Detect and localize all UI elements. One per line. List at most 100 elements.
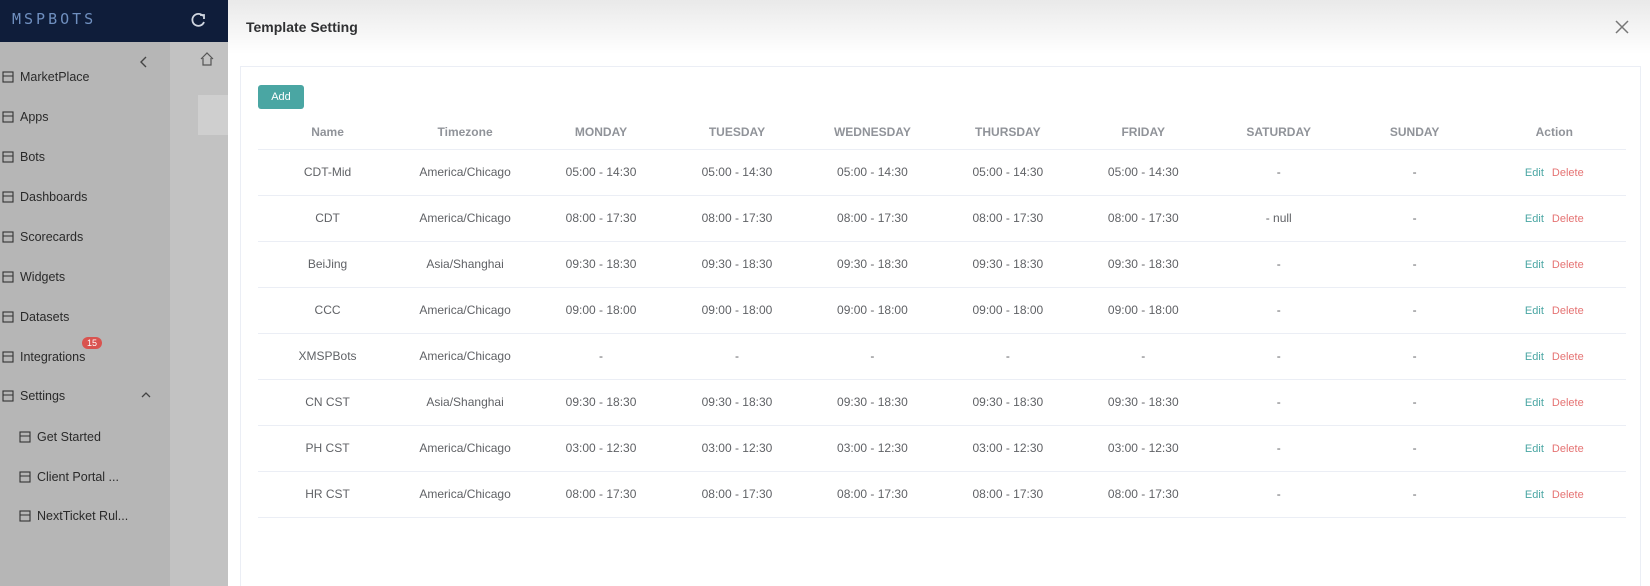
edit-link[interactable]: Edit bbox=[1525, 443, 1544, 455]
delete-link[interactable]: Delete bbox=[1552, 305, 1584, 317]
table-cell: CCC bbox=[258, 287, 398, 334]
sidebar-item[interactable]: Get Started bbox=[0, 425, 170, 449]
table-cell: 09:30 - 18:30 bbox=[669, 379, 805, 426]
sidebar-item[interactable]: MarketPlace bbox=[0, 65, 170, 89]
sidebar-item[interactable]: Bots bbox=[0, 145, 170, 169]
table-cell: Asia/Shanghai bbox=[397, 379, 534, 426]
delete-link[interactable]: Delete bbox=[1552, 397, 1584, 409]
table-cell: - bbox=[669, 333, 805, 380]
table-cell: 03:00 - 12:30 bbox=[1075, 425, 1211, 472]
action-cell: Edit Delete bbox=[1482, 195, 1626, 242]
delete-link[interactable]: Delete bbox=[1552, 351, 1584, 363]
background-card bbox=[198, 95, 228, 135]
edit-link[interactable]: Edit bbox=[1525, 489, 1544, 501]
sidebar-item[interactable]: Scorecards bbox=[0, 225, 170, 249]
table-cell: - bbox=[1210, 149, 1347, 196]
sidebar-item-label: Settings bbox=[20, 389, 66, 403]
sidebar-item[interactable]: Widgets bbox=[0, 265, 170, 289]
edit-link[interactable]: Edit bbox=[1525, 213, 1544, 225]
table-cell: 08:00 - 17:30 bbox=[669, 195, 805, 242]
chevron-up-icon[interactable] bbox=[140, 389, 152, 401]
column-header: SATURDAY bbox=[1210, 115, 1347, 150]
table-cell: America/Chicago bbox=[397, 149, 534, 196]
action-cell: Edit Delete bbox=[1482, 425, 1626, 472]
edit-link[interactable]: Edit bbox=[1525, 397, 1544, 409]
delete-link[interactable]: Delete bbox=[1552, 213, 1584, 225]
table-cell: XMSPBots bbox=[258, 333, 398, 380]
sidebar-item[interactable]: Dashboards bbox=[0, 185, 170, 209]
column-header: WEDNESDAY bbox=[804, 115, 940, 150]
action-cell: Edit Delete bbox=[1482, 471, 1626, 518]
table-cell: 03:00 - 12:30 bbox=[533, 425, 669, 472]
table-cell: - bbox=[1346, 425, 1483, 472]
sidebar-item[interactable]: Integrations 15 bbox=[0, 337, 170, 369]
table-cell: - bbox=[1075, 333, 1211, 380]
table-cell: - bbox=[1346, 195, 1483, 242]
table-cell: - bbox=[1346, 471, 1483, 518]
action-cell: Edit Delete bbox=[1482, 149, 1626, 196]
refresh-icon[interactable] bbox=[188, 10, 208, 30]
table-row: XMSPBots America/Chicago - - - - - - - Edit Delete bbox=[258, 333, 1626, 380]
table-cell: CN CST bbox=[258, 379, 398, 426]
sidebar-item-label: Bots bbox=[20, 150, 46, 164]
template-panel: Add Name Timezone MONDAY TUESDAY WEDNESDAY TH… bbox=[240, 66, 1641, 586]
table-cell: - bbox=[1210, 287, 1347, 334]
table-cell: - bbox=[1346, 149, 1483, 196]
table-cell: 09:30 - 18:30 bbox=[669, 241, 805, 288]
delete-link[interactable]: Delete bbox=[1552, 489, 1584, 501]
gear-icon bbox=[2, 390, 14, 402]
sidebar-item-label: Apps bbox=[20, 110, 49, 124]
table-header-row: Name Timezone MONDAY TUESDAY WEDNESDAY THURSD… bbox=[258, 115, 1626, 150]
sidebar-item-label: Integrations bbox=[20, 350, 86, 364]
table-cell: Asia/Shanghai bbox=[397, 241, 534, 288]
table-cell: 05:00 - 14:30 bbox=[1075, 149, 1211, 196]
table-cell: 08:00 - 17:30 bbox=[939, 471, 1076, 518]
edit-link[interactable]: Edit bbox=[1525, 351, 1544, 363]
add-button[interactable]: Add bbox=[258, 85, 304, 109]
table-cell: 03:00 - 12:30 bbox=[669, 425, 805, 472]
sidebar-item[interactable]: Settings bbox=[0, 384, 170, 408]
table-cell: - bbox=[804, 333, 940, 380]
table-cell: 09:30 - 18:30 bbox=[533, 241, 669, 288]
table-cell: CDT bbox=[258, 195, 398, 242]
table-cell: - bbox=[1346, 333, 1483, 380]
table-row: CN CST Asia/Shanghai 09:30 - 18:30 09:30 - … bbox=[258, 379, 1626, 426]
delete-link[interactable]: Delete bbox=[1552, 443, 1584, 455]
table-cell: 03:00 - 12:30 bbox=[939, 425, 1076, 472]
app-logo: MSPBOTS bbox=[12, 10, 97, 28]
dashboard-icon bbox=[2, 191, 14, 203]
column-header: Timezone bbox=[397, 115, 534, 150]
table-cell: 09:00 - 18:00 bbox=[1075, 287, 1211, 334]
table-cell: - bbox=[1210, 471, 1347, 518]
sidebar-item[interactable]: NextTicket Rul... bbox=[0, 504, 170, 528]
edit-link[interactable]: Edit bbox=[1525, 259, 1544, 271]
sidebar-item-label: Get Started bbox=[37, 430, 101, 444]
action-cell: Edit Delete bbox=[1482, 287, 1626, 334]
sidebar-item[interactable]: Datasets bbox=[0, 305, 170, 329]
table-cell: 09:30 - 18:30 bbox=[939, 379, 1076, 426]
table-cell: 09:30 - 18:30 bbox=[804, 241, 940, 288]
column-header: TUESDAY bbox=[669, 115, 805, 150]
sidebar-item-label: Dashboards bbox=[20, 190, 88, 204]
close-icon[interactable] bbox=[1612, 17, 1632, 37]
sidebar-item-label: Widgets bbox=[20, 270, 66, 284]
edit-link[interactable]: Edit bbox=[1525, 305, 1544, 317]
delete-link[interactable]: Delete bbox=[1552, 259, 1584, 271]
table-cell: 09:30 - 18:30 bbox=[1075, 241, 1211, 288]
delete-link[interactable]: Delete bbox=[1552, 167, 1584, 179]
home-icon[interactable] bbox=[200, 52, 214, 66]
sidebar-item[interactable]: Client Portal ... bbox=[0, 465, 170, 489]
table-row: BeiJing Asia/Shanghai 09:30 - 18:30 09:30 -… bbox=[258, 241, 1626, 288]
table-cell: 09:00 - 18:00 bbox=[939, 287, 1076, 334]
table-cell: 09:00 - 18:00 bbox=[533, 287, 669, 334]
table-row: HR CST America/Chicago 08:00 - 17:30 08:00 … bbox=[258, 471, 1626, 518]
sidebar-item[interactable]: Apps bbox=[0, 105, 170, 129]
table-cell: 05:00 - 14:30 bbox=[533, 149, 669, 196]
table-cell: - bbox=[1210, 333, 1347, 380]
action-cell: Edit Delete bbox=[1482, 241, 1626, 288]
table-cell: 05:00 - 14:30 bbox=[804, 149, 940, 196]
top-bar: MSPBOTS bbox=[0, 0, 228, 42]
table-cell: 05:00 - 14:30 bbox=[669, 149, 805, 196]
table-cell: America/Chicago bbox=[397, 287, 534, 334]
edit-link[interactable]: Edit bbox=[1525, 167, 1544, 179]
